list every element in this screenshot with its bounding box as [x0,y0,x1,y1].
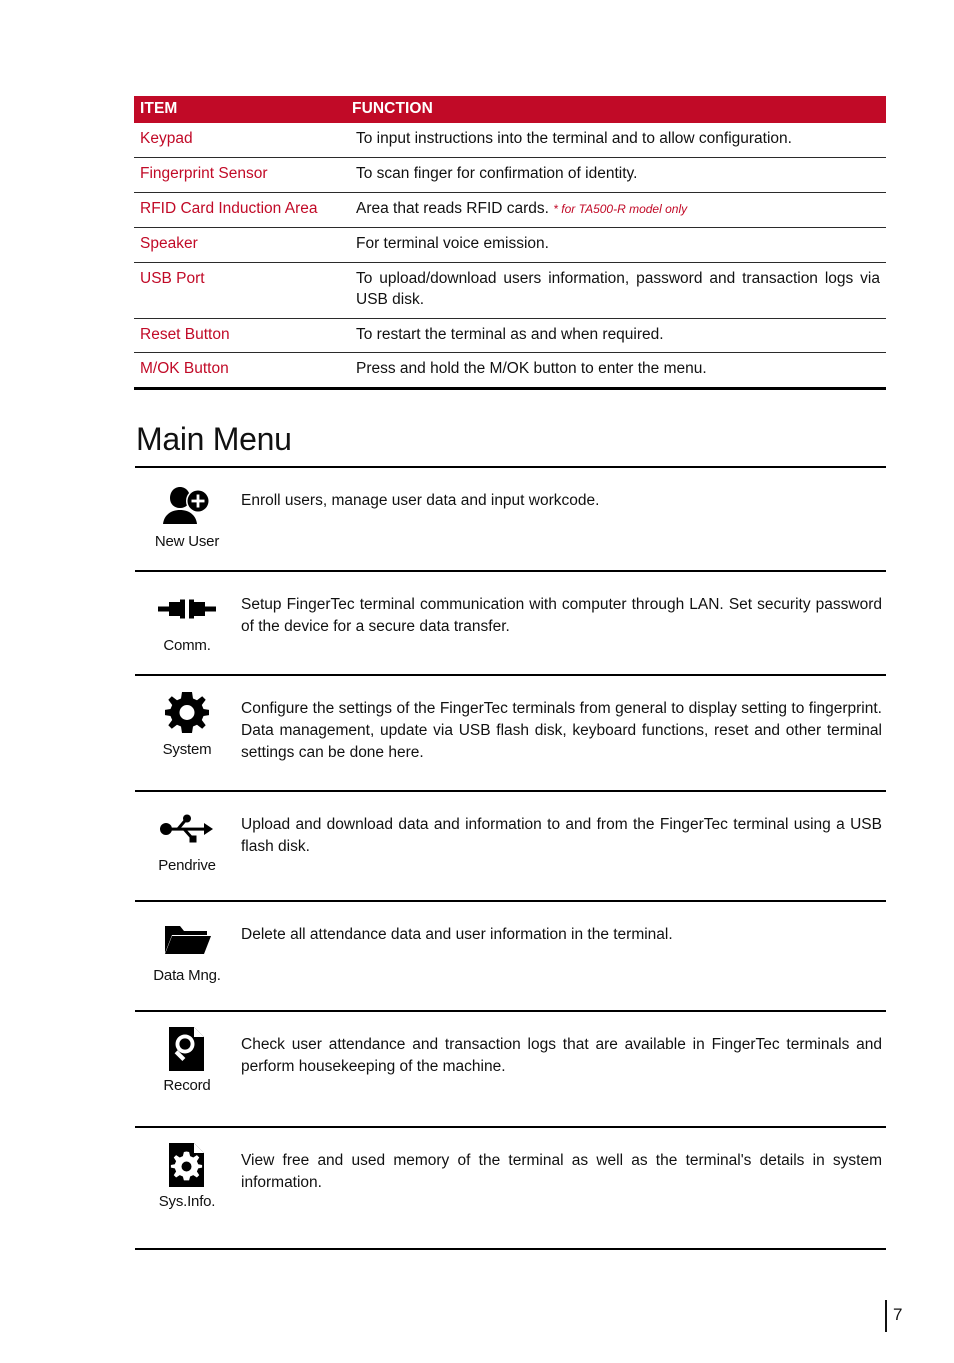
table-cell-function: For terminal voice emission. [346,227,886,263]
table-row: USB Port To upload/download users inform… [134,262,886,319]
document-page: ITEM FUNCTION Keypad To input instructio… [0,0,954,1363]
table-cell-function: Area that reads RFID cards. * for TA500-… [346,192,886,228]
table-cell-function: To scan finger for confirmation of ident… [346,157,886,193]
table-row: Reset Button To restart the terminal as … [134,318,886,354]
table-header: ITEM FUNCTION [134,96,886,123]
menu-item-description: Setup FingerTec terminal communication w… [241,596,882,635]
menu-item-comm[interactable]: Comm. Setup FingerTec terminal communica… [135,572,886,676]
menu-icon-cell: Comm. [135,572,239,660]
main-menu-list: New User Enroll users, manage user data … [135,468,886,1250]
page-number: 7 [893,1305,903,1324]
table-cell-item: USB Port [134,262,346,319]
table-cell-item: M/OK Button [134,352,346,391]
menu-item-description: Upload and download data and information… [241,816,882,855]
menu-icon-cell: New User [135,468,239,556]
menu-item-data-mng[interactable]: Data Mng. Delete all attendance data and… [135,902,886,1012]
menu-item-description: Delete all attendance data and user info… [241,926,673,943]
usb-icon [160,806,214,852]
column-header-item: ITEM [134,96,346,123]
table-row: Speaker For terminal voice emission. [134,227,886,263]
menu-icon-cell: Pendrive [135,792,239,880]
menu-item-record[interactable]: Record Check user attendance and transac… [135,1012,886,1128]
menu-item-description: View free and used memory of the termina… [241,1152,882,1191]
menu-item-description: Enroll users, manage user data and input… [241,492,600,509]
new-user-icon [162,482,212,528]
menu-item-label: System [162,741,212,758]
page-title: Main Menu [136,421,292,457]
menu-item-label: New User [154,533,220,550]
menu-item-label: Sys.Info. [158,1193,216,1210]
table-cell-item: Reset Button [134,318,346,354]
menu-item-new-user[interactable]: New User Enroll users, manage user data … [135,468,886,572]
table-row: Keypad To input instructions into the te… [134,123,886,158]
table-row: M/OK Button Press and hold the M/OK butt… [134,352,886,391]
table-row: RFID Card Induction Area Area that reads… [134,192,886,228]
document-gear-icon [166,1142,208,1188]
table-row: Fingerprint Sensor To scan finger for co… [134,157,886,193]
menu-item-description: Configure the settings of the FingerTec … [241,700,882,761]
table-cell-item: Speaker [134,227,346,263]
table-cell-item: RFID Card Induction Area [134,192,346,228]
table-cell-item: Fingerprint Sensor [134,157,346,193]
menu-item-sys-info[interactable]: Sys.Info. View free and used memory of t… [135,1128,886,1250]
menu-icon-cell: Data Mng. [135,902,239,990]
table-body: Keypad To input instructions into the te… [134,123,886,391]
menu-icon-cell: Sys.Info. [135,1128,239,1216]
comm-plug-icon [158,586,216,632]
menu-icon-cell: Record [135,1012,239,1100]
terminal-parts-table: ITEM FUNCTION Keypad To input instructio… [134,96,886,391]
gear-icon [165,690,209,736]
model-footnote: * for TA500-R model only [553,201,688,216]
folder-icon [163,916,211,962]
table-cell-function: To input instructions into the terminal … [346,123,886,158]
menu-item-label: Pendrive [158,857,216,874]
table-cell-function: Press and hold the M/OK button to enter … [346,352,886,391]
table-cell-function: To upload/download users information, pa… [346,262,886,319]
menu-item-system[interactable]: System Configure the settings of the Fin… [135,676,886,792]
menu-item-description: Check user attendance and transaction lo… [241,1036,882,1075]
menu-item-label: Data Mng. [153,967,221,984]
column-header-function: FUNCTION [346,96,886,123]
menu-item-label: Comm. [163,637,211,654]
table-cell-function: To restart the terminal as and when requ… [346,318,886,354]
table-cell-item: Keypad [134,123,346,158]
footer-divider [885,1300,887,1332]
table-header-row: ITEM FUNCTION [134,96,886,123]
document-search-icon [166,1026,208,1072]
menu-icon-cell: System [135,676,239,764]
menu-item-pendrive[interactable]: Pendrive Upload and download data and in… [135,792,886,902]
function-text: Area that reads RFID cards. [356,199,549,217]
menu-item-label: Record [163,1077,211,1094]
